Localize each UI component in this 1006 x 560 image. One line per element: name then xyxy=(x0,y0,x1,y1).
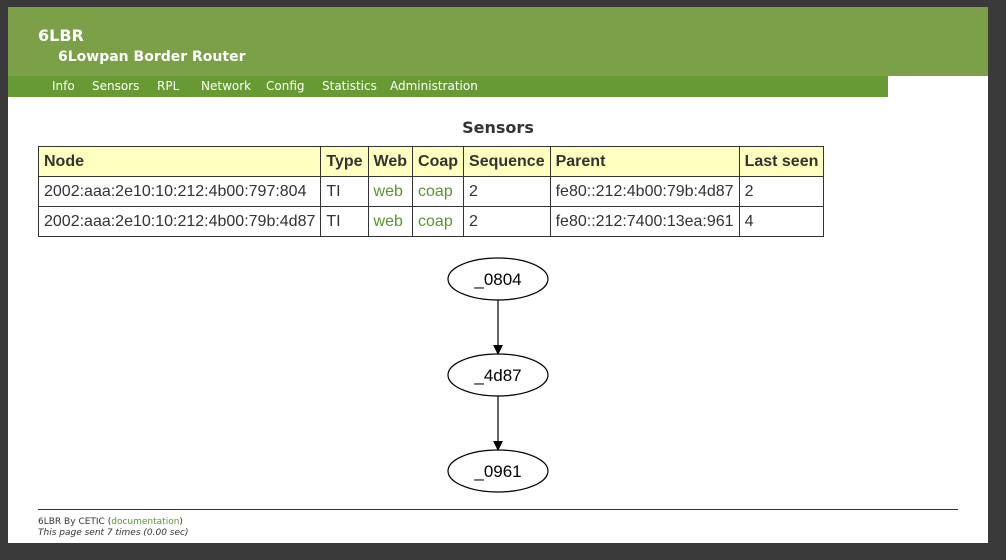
column-header-web: Web xyxy=(367,146,414,177)
cell-sequence: 2 xyxy=(463,176,551,207)
footer-brand: 6LBR xyxy=(38,517,62,527)
table-row: 2002:aaa:2e10:10:212:4b00:79b:4d87 TI we… xyxy=(37,206,825,237)
footer-org: CETIC xyxy=(78,517,105,527)
table-header-row: Node Type Web Coap Sequence Parent Last … xyxy=(37,146,825,177)
cell-node: 2002:aaa:2e10:10:212:4b00:79b:4d87 xyxy=(37,206,322,237)
coap-link[interactable]: coap xyxy=(418,183,453,200)
web-link[interactable]: web xyxy=(374,183,403,200)
nav-item-network[interactable]: Network xyxy=(201,79,251,93)
cell-type: TI xyxy=(320,176,369,207)
footer-divider xyxy=(38,509,958,510)
nav-bar: Info Sensors RPL Network Config Statisti… xyxy=(8,76,888,97)
documentation-link[interactable]: documentation xyxy=(111,517,179,527)
cell-parent: fe80::212:4b00:79b:4d87 xyxy=(549,176,740,207)
nav-item-statistics[interactable]: Statistics xyxy=(322,79,377,93)
nav-item-info[interactable]: Info xyxy=(52,79,75,93)
column-header-coap: Coap xyxy=(412,146,465,177)
column-header-type: Type xyxy=(320,146,369,177)
sensors-table: Node Type Web Coap Sequence Parent Last … xyxy=(37,146,825,237)
cell-last-seen: 2 xyxy=(738,176,825,207)
brand-title: 6LBR xyxy=(38,26,84,45)
column-header-last-seen: Last seen xyxy=(738,146,825,177)
cell-coap: coap xyxy=(412,176,465,207)
graph-node-label: _0961 xyxy=(473,462,521,481)
cell-coap: coap xyxy=(412,206,465,237)
footer-credits: 6LBR By CETIC (documentation) xyxy=(38,517,188,528)
nav-item-rpl[interactable]: RPL xyxy=(157,79,179,93)
page: 6LBR 6Lowpan Border Router Info Sensors … xyxy=(8,7,988,543)
cell-parent: fe80::212:7400:13ea:961 xyxy=(549,206,740,237)
column-header-sequence: Sequence xyxy=(463,146,551,177)
rpl-graph: _0804 _4d87 _0961 xyxy=(447,257,549,493)
column-header-parent: Parent xyxy=(549,146,740,177)
web-link[interactable]: web xyxy=(374,213,403,230)
cell-node: 2002:aaa:2e10:10:212:4b00:797:804 xyxy=(37,176,322,207)
cell-type: TI xyxy=(320,206,369,237)
graph-node-label: _4d87 xyxy=(473,366,521,385)
brand-subtitle: 6Lowpan Border Router xyxy=(58,49,246,65)
page-sent-info: This page sent 7 times (0.00 sec) xyxy=(38,528,189,538)
footer-paren-close: ) xyxy=(179,517,183,527)
cell-web: web xyxy=(367,206,414,237)
coap-link[interactable]: coap xyxy=(418,213,453,230)
table-row: 2002:aaa:2e10:10:212:4b00:797:804 TI web… xyxy=(37,176,825,207)
cell-web: web xyxy=(367,176,414,207)
footer-by: By xyxy=(64,517,76,527)
column-header-node: Node xyxy=(37,146,322,177)
nav-item-administration[interactable]: Administration xyxy=(390,79,478,93)
nav-item-sensors[interactable]: Sensors xyxy=(92,79,139,93)
footer: 6LBR By CETIC (documentation) This page … xyxy=(38,517,188,539)
nav-item-config[interactable]: Config xyxy=(266,79,305,93)
section-title: Sensors xyxy=(462,118,534,137)
header: 6LBR 6Lowpan Border Router xyxy=(8,7,988,76)
cell-last-seen: 4 xyxy=(738,206,825,237)
cell-sequence: 2 xyxy=(463,206,551,237)
graph-node-label: _0804 xyxy=(473,270,521,289)
